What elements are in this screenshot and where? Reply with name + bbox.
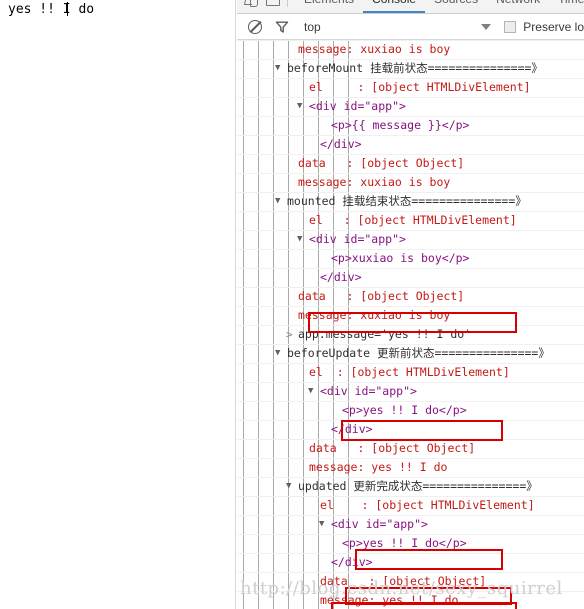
tab-console[interactable]: Console (363, 0, 426, 13)
console-log-line[interactable]: <p>yes !! I do</p> (237, 534, 584, 553)
console-log-line[interactable]: </div> (237, 135, 584, 154)
preserve-log-checkbox[interactable] (504, 20, 517, 33)
device-toolbar-icon[interactable] (266, 0, 280, 6)
console-log-line[interactable]: data : [object Object] (237, 287, 584, 306)
tab-network[interactable]: Network (487, 0, 549, 13)
tab-sources[interactable]: Sources (425, 0, 487, 13)
console-log-line[interactable]: app.message='yes !! I do' (237, 325, 584, 344)
execution-context-label[interactable]: top (304, 20, 321, 34)
watermark-text: http://blog.csdn.net/sexy_squirrel (240, 578, 563, 599)
chevron-down-icon[interactable] (481, 23, 492, 30)
devtools-panel: Elements Console Sources Network Timelin… (237, 0, 584, 609)
clear-console-icon[interactable] (248, 19, 262, 34)
preserve-log-label: Preserve lo (523, 19, 584, 34)
console-log-line[interactable]: <div id="app"> (237, 97, 584, 116)
console-toolbar: top Preserve lo (237, 14, 584, 40)
console-log-line[interactable]: <div id="app"> (237, 230, 584, 249)
tab-elements[interactable]: Elements (295, 0, 363, 13)
console-log-line[interactable]: <p>{{ message }}</p> (237, 116, 584, 135)
filter-icon[interactable] (275, 20, 289, 34)
console-log-line[interactable]: message: xuxiao is boy (237, 306, 584, 325)
console-log-line[interactable]: data : [object Object] (237, 439, 584, 458)
page-message-text: yes !! I do (8, 2, 95, 17)
console-log-line[interactable]: <div id="app"> (237, 382, 584, 401)
console-log-line[interactable]: </div> (237, 268, 584, 287)
console-log-line[interactable]: el : [object HTMLDivElement] (237, 363, 584, 382)
console-log-line[interactable]: message: xuxiao is boy (237, 173, 584, 192)
console-log-line[interactable]: el : [object HTMLDivElement] (237, 78, 584, 97)
text-caret (67, 2, 68, 16)
devtools-tab-strip: Elements Console Sources Network Timelin… (237, 0, 584, 14)
console-log-line[interactable]: </div> (237, 553, 584, 572)
console-log-line[interactable]: beforeMount 挂载前状态===============》 (237, 59, 584, 78)
toolbar-divider (287, 0, 288, 7)
console-log-line[interactable]: beforeUpdate 更新前状态===============》 (237, 344, 584, 363)
console-log-line[interactable]: </div> (237, 420, 584, 439)
console-log-body[interactable]: message: xuxiao is boy ▼ beforeMount 挂载前状态… (237, 40, 584, 609)
console-log-line[interactable]: updated 更新完成状态===============》 (237, 477, 584, 496)
console-log-line[interactable]: message: xuxiao is boy (237, 40, 584, 59)
console-log-line[interactable]: <p>yes !! I do</p> (237, 401, 584, 420)
console-log-line[interactable]: message: yes !! I do (237, 458, 584, 477)
console-log-line[interactable]: <p>xuxiao is boy</p> (237, 249, 584, 268)
console-log-line[interactable]: data : [object Object] (237, 154, 584, 173)
tab-timeline[interactable]: Timeline (549, 0, 584, 13)
console-log-line[interactable]: el : [object HTMLDivElement] (237, 211, 584, 230)
screenshot-root: yes !! I do Elements Console Sources Net… (0, 0, 584, 609)
console-log-line[interactable]: <div id="app"> (237, 515, 584, 534)
console-log-line[interactable]: mounted 挂载结束状态===============》 (237, 192, 584, 211)
rendered-page-area: yes !! I do (0, 0, 236, 609)
inspect-element-icon[interactable] (243, 0, 260, 8)
console-log-line[interactable]: el : [object HTMLDivElement] (237, 496, 584, 515)
